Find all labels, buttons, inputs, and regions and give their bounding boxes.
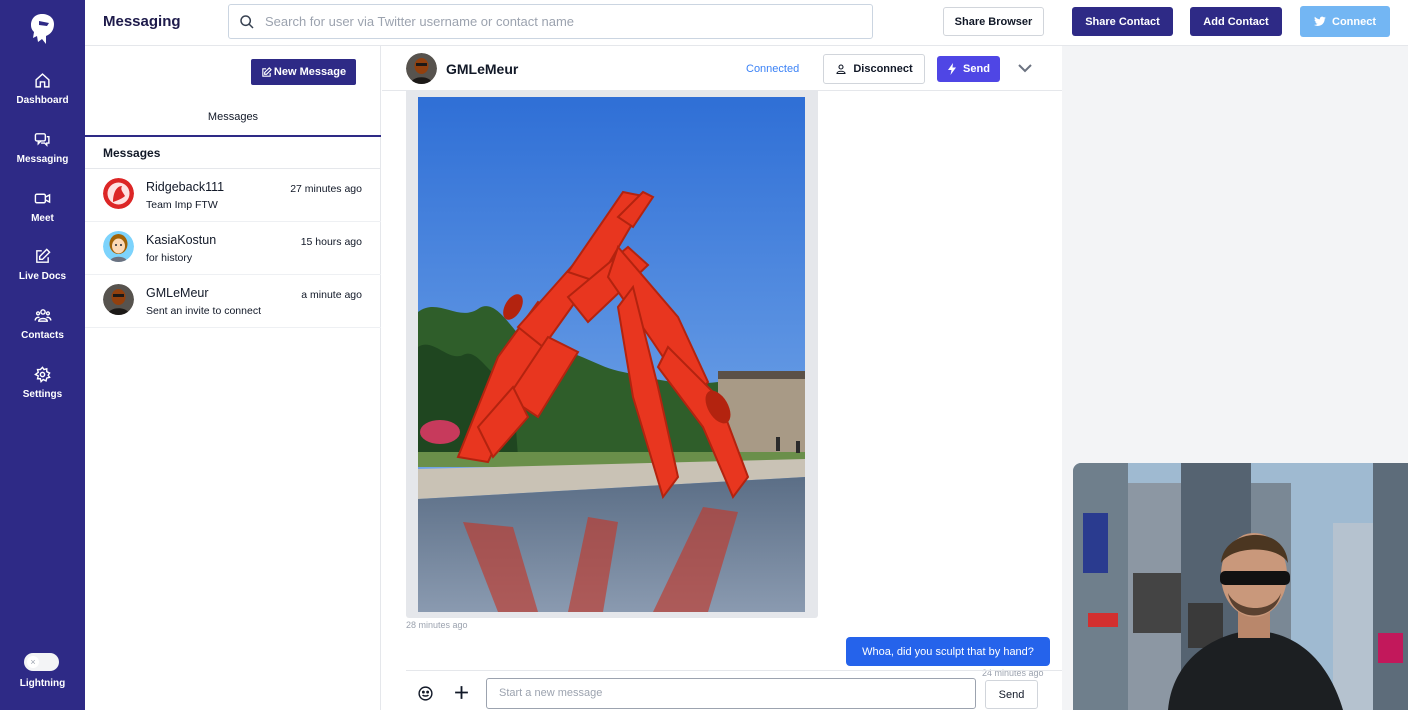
nav-label: Settings: [22, 389, 63, 400]
message-input[interactable]: [486, 678, 976, 709]
disconnect-label: Disconnect: [853, 63, 913, 75]
nav-item-meet[interactable]: Meet: [0, 190, 85, 224]
tab-messages[interactable]: Messages: [85, 111, 381, 123]
twitter-connect-button[interactable]: Connect: [1300, 6, 1390, 37]
conversation-name: GMLeMeur: [146, 286, 209, 300]
plus-icon[interactable]: [453, 684, 470, 701]
lightning-toggle[interactable]: ×: [24, 653, 59, 671]
connection-status: Connected: [746, 63, 800, 75]
users-icon: [34, 309, 51, 322]
list-heading: Messages: [103, 146, 161, 160]
lightning-label: Lightning: [19, 678, 66, 689]
nav-item-dashboard[interactable]: Dashboard: [0, 72, 85, 106]
conversation-list-panel: New Message Messages Messages Ridgeback1…: [85, 46, 381, 710]
conversation-time: 15 hours ago: [300, 236, 362, 248]
new-message-label: New Message: [273, 66, 347, 78]
nav-label: Live Docs: [18, 271, 67, 282]
conversation-item-ridgeback111[interactable]: Ridgeback111 27 minutes ago Team Imp FTW: [85, 169, 381, 222]
outgoing-message-bubble: Whoa, did you sculpt that by hand?: [846, 637, 1050, 666]
toggle-off-icon: ×: [27, 656, 39, 668]
edit-icon: [36, 248, 51, 263]
conversation-item-gmlemeur[interactable]: GMLeMeur a minute ago Sent an invite to …: [85, 275, 381, 328]
conversation-name: KasiaKostun: [146, 233, 217, 247]
conversation-preview: for history: [146, 252, 193, 264]
nav-label: Messaging: [16, 154, 69, 165]
tab-bar: Messages: [85, 101, 381, 137]
conversation-time: a minute ago: [301, 289, 362, 301]
user-icon: [836, 64, 846, 75]
compose-icon: [262, 66, 272, 77]
disconnect-button[interactable]: Disconnect: [823, 54, 925, 84]
avatar: [103, 284, 134, 315]
sidebar-nav: Dashboard Messaging Meet Live Docs Conta…: [0, 0, 85, 710]
page-title: Messaging: [103, 13, 181, 30]
search-input[interactable]: [265, 5, 865, 38]
share-contact-button[interactable]: Share Contact: [1072, 7, 1173, 36]
contact-name: GMLeMeur: [446, 61, 519, 77]
send-header-label: Send: [963, 63, 990, 75]
avatar: [103, 231, 134, 262]
contact-avatar: [406, 53, 437, 84]
conversation-preview: Team Imp FTW: [146, 199, 218, 211]
avatar: [103, 178, 134, 209]
send-header-button[interactable]: Send: [937, 56, 1000, 82]
conversation-preview: Sent an invite to connect: [146, 305, 261, 317]
message-composer: Send: [406, 670, 1062, 710]
conversation-time: 27 minutes ago: [290, 183, 362, 195]
nav-item-live-docs[interactable]: Live Docs: [0, 248, 85, 282]
top-bar: Messaging Share Browser Share Contact Ad…: [85, 0, 1408, 46]
knight-logo-icon: [31, 14, 54, 44]
search-box: [228, 4, 873, 39]
nav-item-settings[interactable]: Settings: [0, 366, 85, 400]
search-icon: [240, 15, 254, 29]
connect-label: Connect: [1332, 15, 1376, 28]
lightning-icon: [948, 63, 957, 75]
conversation-name: Ridgeback111: [146, 180, 225, 194]
twitter-icon: [1314, 16, 1326, 26]
share-browser-button[interactable]: Share Browser: [943, 7, 1044, 36]
nav-label: Dashboard: [16, 95, 69, 106]
conversation-item-kasiakostun[interactable]: KasiaKostun 15 hours ago for history: [85, 222, 381, 275]
send-button[interactable]: Send: [985, 680, 1038, 709]
video-call-preview[interactable]: [1073, 463, 1408, 710]
sculpture-photo: [418, 97, 805, 612]
chat-header: GMLeMeur Connected Disconnect Send: [382, 46, 1062, 91]
gear-icon: [34, 366, 51, 383]
home-icon: [35, 73, 50, 88]
chat-icon: [34, 133, 50, 147]
video-icon: [34, 193, 51, 204]
nav-label: Meet: [31, 213, 54, 224]
nav-item-contacts[interactable]: Contacts: [0, 307, 85, 341]
photo-timestamp: 28 minutes ago: [406, 620, 468, 630]
nav-label: Contacts: [21, 330, 64, 341]
new-message-button[interactable]: New Message: [251, 59, 356, 85]
chat-panel: GMLeMeur Connected Disconnect Send 28 mi…: [382, 46, 1062, 710]
nav-item-messaging[interactable]: Messaging: [0, 131, 85, 165]
add-contact-button[interactable]: Add Contact: [1190, 7, 1282, 36]
image-message[interactable]: [406, 91, 818, 618]
chevron-down-icon[interactable]: [1018, 63, 1032, 73]
emoji-icon[interactable]: [417, 685, 434, 702]
